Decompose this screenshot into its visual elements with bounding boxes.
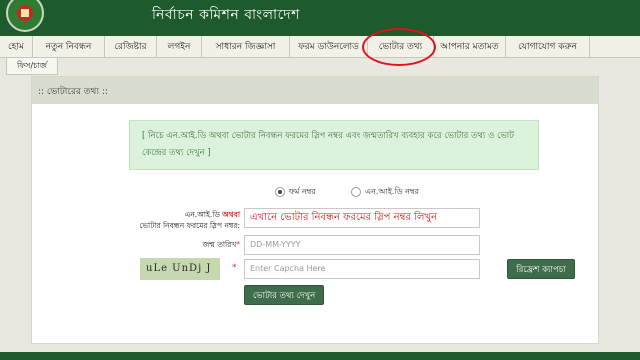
- nav-home[interactable]: হোম: [0, 36, 33, 58]
- nav-login[interactable]: লগইন: [157, 36, 202, 58]
- dob-label-text: জন্ম তারিখ: [202, 240, 237, 249]
- slip-label-colon: :: [237, 221, 240, 230]
- captcha-required-mark: *: [232, 263, 237, 273]
- slip-label-nid: এন.আই.ডি: [184, 210, 220, 219]
- dob-input[interactable]: DD-MM-YYYY: [244, 235, 480, 255]
- slip-label-or: অথবা: [222, 210, 240, 219]
- nav-form-download[interactable]: ফরম ডাউনলোড: [290, 36, 368, 58]
- info-notice: [ নিচে এন.আই.ডি অথবা ভোটার নিবন্ধন ফরমের…: [129, 120, 539, 170]
- panel-heading: :: ভোটারের তথ্য ::: [32, 77, 598, 104]
- nid-number-radio[interactable]: [351, 187, 361, 197]
- dob-label: জন্ম তারিখ*: [104, 240, 240, 252]
- logo-emblem-center: [21, 9, 29, 17]
- highlight-circle-annotation: [362, 28, 436, 66]
- form-number-radio-label[interactable]: ফর্ম নম্বর: [289, 186, 316, 199]
- nav-register[interactable]: রেজিষ্টার: [105, 36, 157, 58]
- nav-faq[interactable]: সাধারন জিজ্ঞাসা: [202, 36, 290, 58]
- slip-number-input[interactable]: এখানে ভোটার নিবন্ধন ফরমের স্লিপ নম্বর লি…: [244, 208, 480, 228]
- site-header: নির্বাচন কমিশন বাংলাদেশ: [0, 0, 640, 36]
- voter-info-panel: :: ভোটারের তথ্য :: [ নিচে এন.আই.ডি অথবা …: [31, 76, 599, 344]
- refresh-captcha-button[interactable]: রিফ্রেশ ক্যাপচা: [507, 259, 575, 279]
- form-number-radio[interactable]: [275, 187, 285, 197]
- dob-required-mark: *: [236, 240, 240, 249]
- slip-number-value: এখানে ভোটার নিবন্ধন ফরমের স্লিপ নম্বর লি…: [250, 212, 438, 223]
- panel-heading-text: :: ভোটারের তথ্য ::: [38, 87, 108, 97]
- nid-number-radio-label[interactable]: এন.আই.ডি নম্বর: [365, 186, 419, 199]
- captcha-input[interactable]: Enter Capcha Here: [244, 259, 480, 279]
- info-notice-text: [ নিচে এন.আই.ডি অথবা ভোটার নিবন্ধন ফরমের…: [142, 131, 514, 158]
- main-navigation: হোম নতুন নিবন্ধন রেজিষ্টার লগইন সাধারন জ…: [0, 36, 640, 58]
- nav-contact[interactable]: যোগাযোগ করুন: [506, 36, 590, 58]
- site-title: নির্বাচন কমিশন বাংলাদেশ: [152, 7, 300, 23]
- nav-new-registration[interactable]: নতুন নিবন্ধন: [33, 36, 105, 58]
- slip-number-label: এন.আই.ডি অথবা ভোটার নিবন্ধন ফরমের স্লিপ …: [104, 209, 240, 231]
- fees-charges-tab[interactable]: ফিস/চার্জ: [6, 58, 58, 75]
- captcha-image: uLe UnDj J: [140, 258, 220, 280]
- site-footer: [0, 352, 640, 360]
- nav-your-opinion[interactable]: আপনার মতামত: [434, 36, 506, 58]
- election-commission-logo[interactable]: [6, 0, 44, 32]
- view-voter-info-button[interactable]: ভোটার তথ্য দেখুন: [244, 285, 324, 305]
- slip-label-form: ভোটার নিবন্ধন ফরমের স্লিপ নম্বর: [139, 221, 238, 230]
